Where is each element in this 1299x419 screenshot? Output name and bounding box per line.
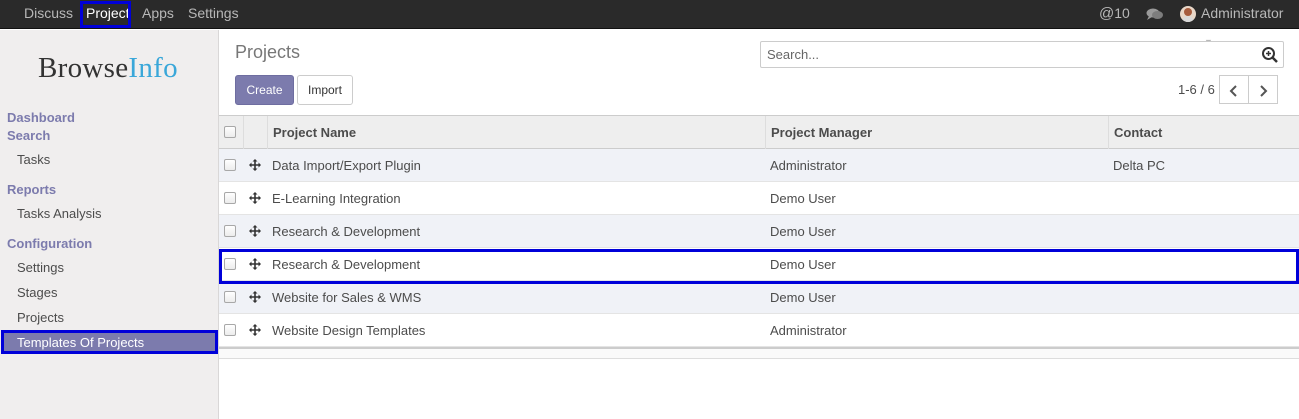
sidebar-item-tasks-analysis[interactable]: Tasks Analysis <box>17 206 102 221</box>
sidebar-section-reports: Reports <box>7 182 57 197</box>
column-contact[interactable]: Contact <box>1114 125 1162 140</box>
menu-apps[interactable]: Apps <box>142 0 174 29</box>
table-row[interactable]: Website Design Templates Administrator <box>219 314 1299 347</box>
chevron-right-icon <box>1260 84 1268 97</box>
drag-handle-icon[interactable] <box>249 324 261 336</box>
list-header: Project Name Project Manager Contact <box>219 115 1299 149</box>
selected-row-highlight <box>219 249 1299 284</box>
search-input[interactable] <box>767 47 1247 62</box>
sidebar-item-projects[interactable]: Projects <box>17 310 64 325</box>
search-box <box>760 41 1284 68</box>
pager-next-button[interactable] <box>1248 75 1278 104</box>
row-checkbox[interactable] <box>224 291 236 303</box>
mentions-count: 10 <box>1114 5 1130 21</box>
chat-button[interactable] <box>1146 0 1164 29</box>
sidebar-item-stages[interactable]: Stages <box>17 285 57 300</box>
top-navbar: Discuss Project Apps Settings @10 Admini… <box>0 0 1299 47</box>
table-row[interactable]: Website for Sales & WMS Demo User <box>219 281 1299 314</box>
user-avatar[interactable] <box>1180 6 1196 22</box>
sidebar-item-dashboard[interactable]: Dashboard <box>7 110 75 125</box>
column-project-manager[interactable]: Project Manager <box>771 125 872 140</box>
table-row[interactable]: E-Learning Integration Demo User <box>219 182 1299 215</box>
project-manager-cell: Administrator <box>770 323 847 338</box>
drag-handle-icon[interactable] <box>249 192 261 204</box>
sidebar-item-templates-of-projects[interactable]: Templates Of Projects <box>1 330 218 354</box>
row-checkbox[interactable] <box>224 225 236 237</box>
sidebar-item-tasks[interactable]: Tasks <box>17 152 50 167</box>
row-checkbox[interactable] <box>224 192 236 204</box>
user-menu[interactable]: Administrator ▼ <box>1201 0 1299 47</box>
select-all-checkbox[interactable] <box>224 126 236 138</box>
pager-value[interactable]: 1-6 / 6 <box>1178 82 1215 97</box>
menu-settings[interactable]: Settings <box>188 0 239 29</box>
browseinfo-logo[interactable]: BrowseInfo <box>38 52 178 85</box>
menu-discuss[interactable]: Discuss <box>24 0 73 29</box>
search-icon[interactable] <box>1261 46 1279 64</box>
project-name-cell: Website for Sales & WMS <box>272 290 422 305</box>
sidebar-section-configuration: Configuration <box>7 236 93 251</box>
import-button[interactable]: Import <box>297 75 353 105</box>
chevron-left-icon <box>1229 84 1237 97</box>
user-name: Administrator <box>1201 5 1284 21</box>
create-button[interactable]: Create <box>235 75 294 105</box>
table-row[interactable]: Data Import/Export Plugin Administrator … <box>219 149 1299 182</box>
page-title: Projects <box>235 42 301 62</box>
project-name-cell: Data Import/Export Plugin <box>272 158 421 173</box>
project-name-cell: Website Design Templates <box>272 323 426 338</box>
menu-project-highlight <box>80 1 131 28</box>
row-checkbox[interactable] <box>224 324 236 336</box>
project-manager-cell: Administrator <box>770 158 847 173</box>
table-row[interactable]: Research & Development Demo User <box>219 215 1299 248</box>
sidebar: BrowseInfo Dashboard Search Tasks Report… <box>0 30 219 419</box>
mentions-button[interactable]: @10 <box>1099 0 1130 29</box>
list-footer <box>219 347 1299 359</box>
project-manager-cell: Demo User <box>770 191 836 206</box>
at-icon: @ <box>1099 5 1115 22</box>
chat-icon <box>1146 8 1163 21</box>
drag-handle-icon[interactable] <box>249 225 261 237</box>
drag-handle-icon[interactable] <box>249 159 261 171</box>
column-project-name[interactable]: Project Name <box>273 125 356 140</box>
row-checkbox[interactable] <box>224 159 236 171</box>
sidebar-section-search: Search <box>7 128 51 143</box>
sidebar-item-label: Templates Of Projects <box>17 335 145 350</box>
project-name-cell: Research & Development <box>272 224 421 239</box>
project-name-cell: E-Learning Integration <box>272 191 401 206</box>
project-manager-cell: Demo User <box>770 224 836 239</box>
project-manager-cell: Demo User <box>770 290 836 305</box>
contact-cell: Delta PC <box>1113 158 1166 173</box>
pager-previous-button[interactable] <box>1219 75 1249 104</box>
sidebar-item-settings[interactable]: Settings <box>17 260 64 275</box>
drag-handle-icon[interactable] <box>249 291 261 303</box>
